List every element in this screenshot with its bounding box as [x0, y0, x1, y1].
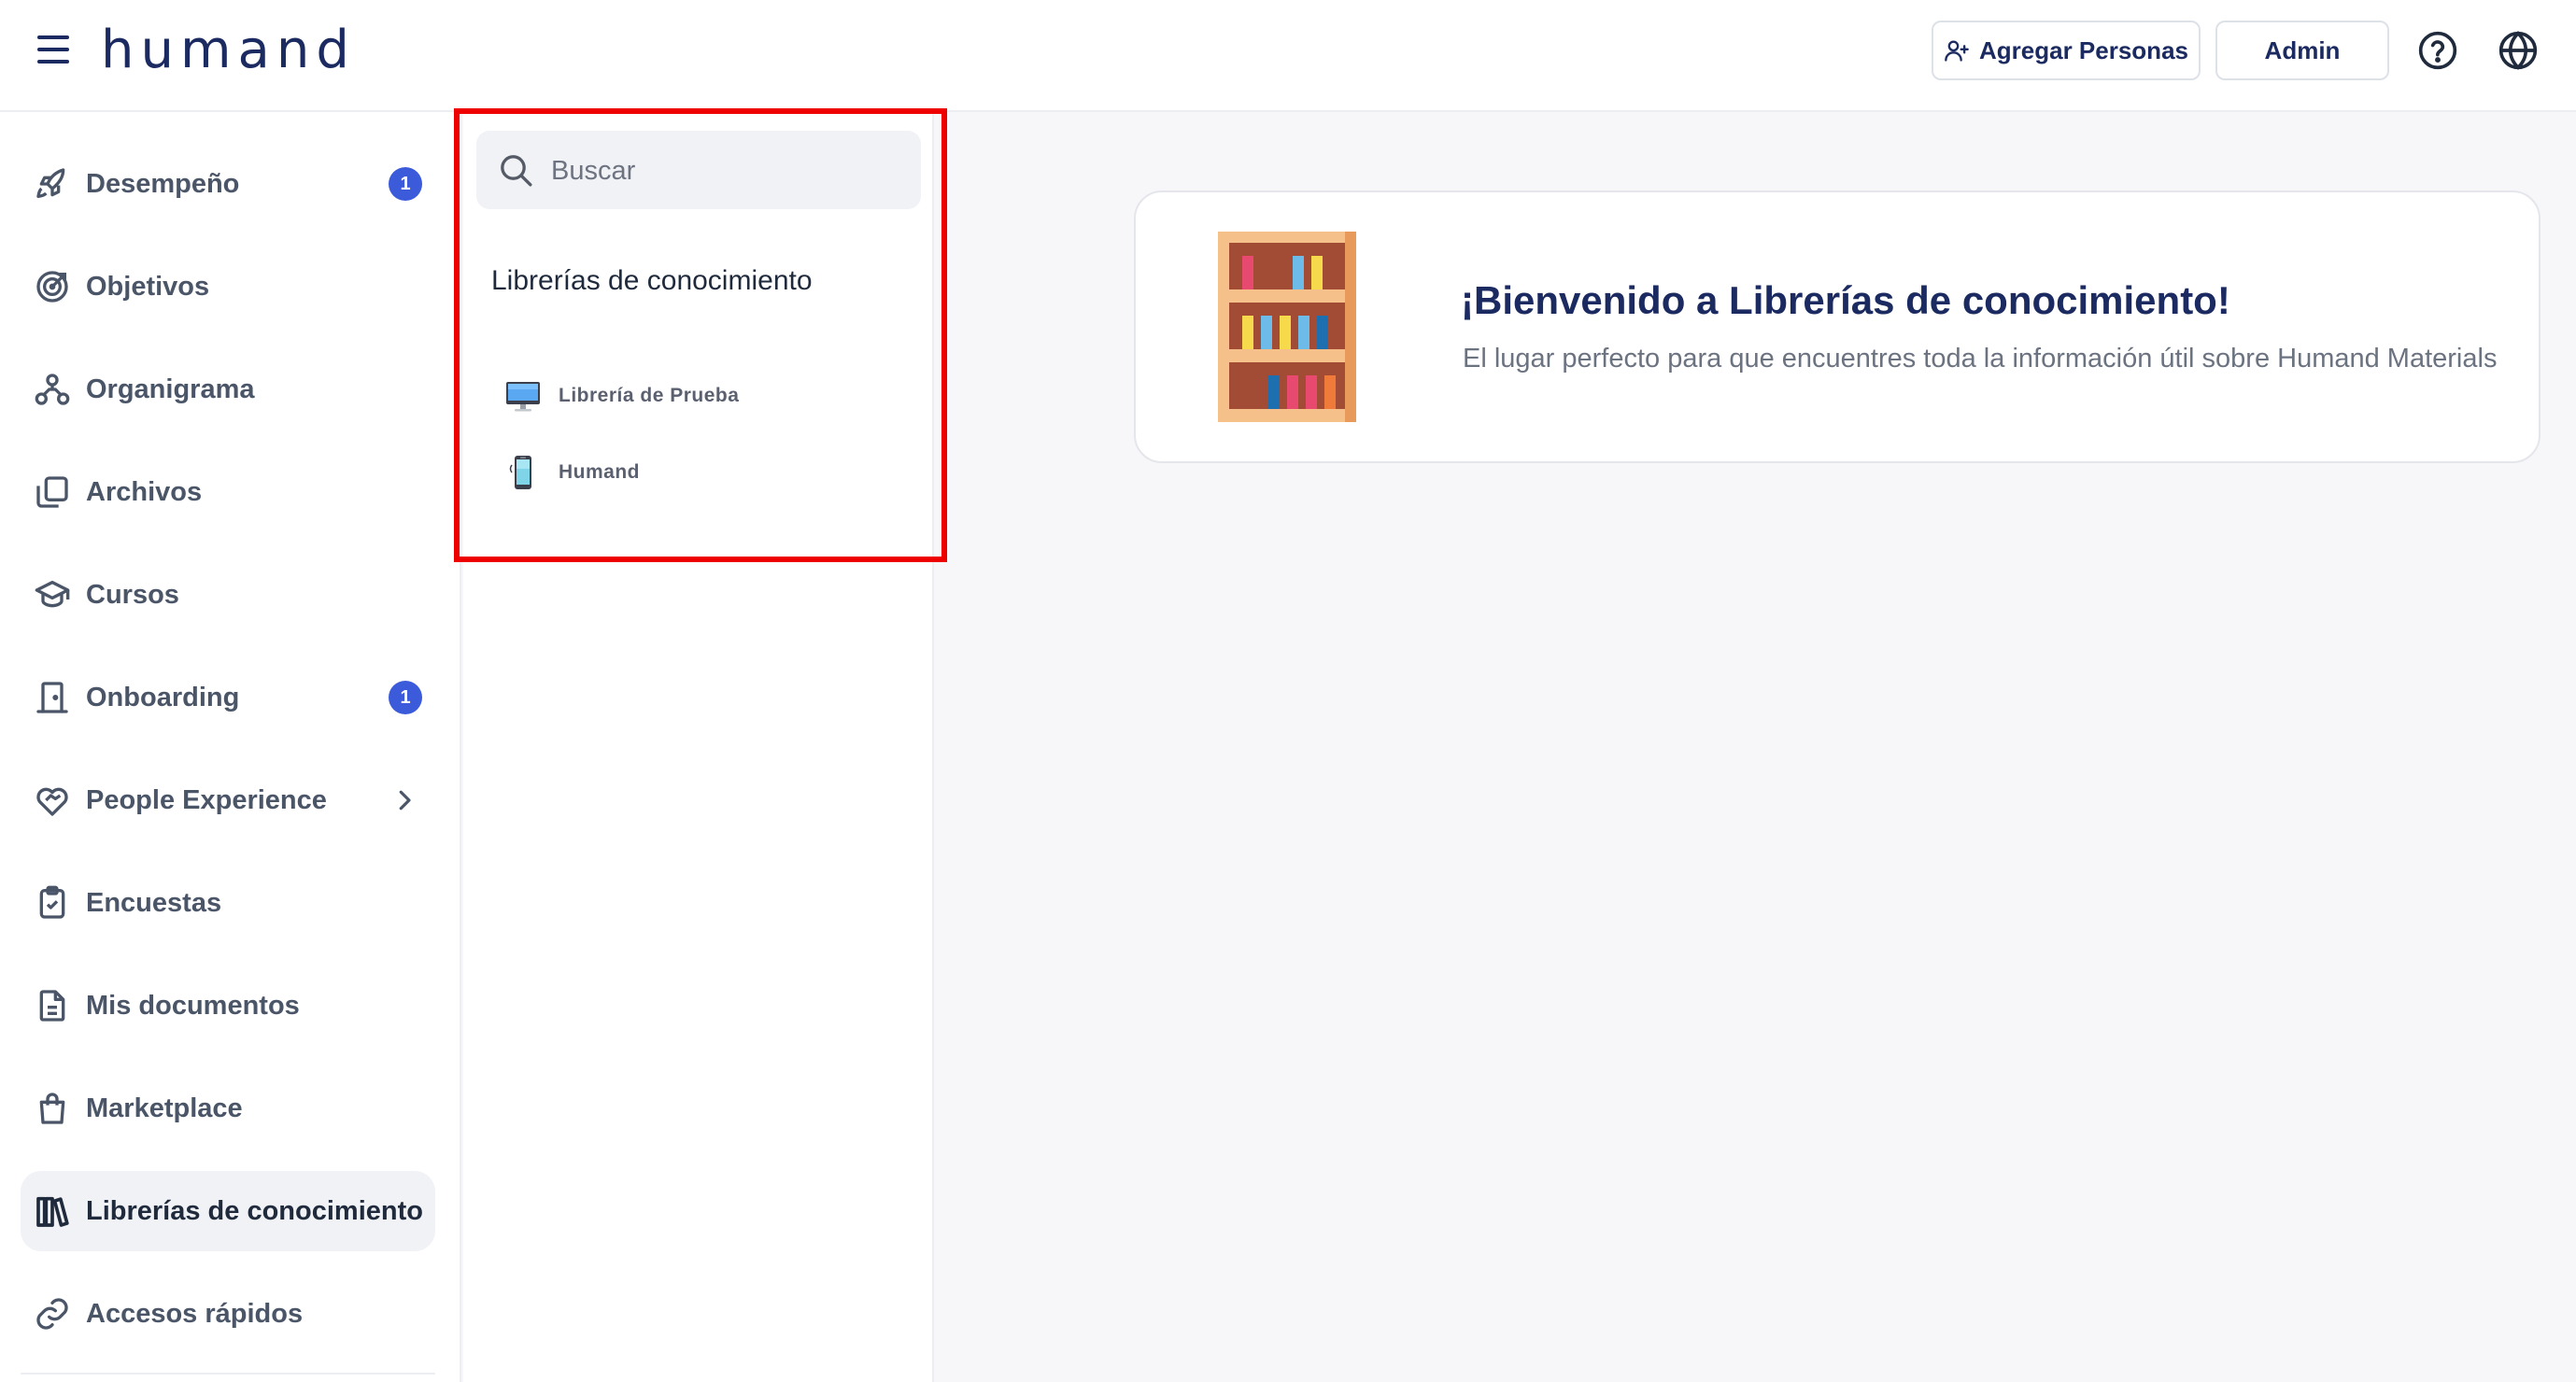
sidebar-item-desempeno[interactable]: Desempeño 1 [21, 144, 435, 224]
door-icon [36, 682, 68, 713]
sidebar-item-label: Objetivos [86, 271, 210, 302]
library-item-humand[interactable]: Humand [504, 450, 915, 495]
document-icon [39, 990, 65, 1022]
sidebar-item-accesos-rapidos[interactable]: Accesos rápidos [21, 1274, 435, 1354]
welcome-subtitle: El lugar perfecto para que encuentres to… [1463, 344, 2498, 374]
library-item-label: Librería de Prueba [559, 385, 740, 406]
admin-label: Admin [2264, 35, 2341, 64]
help-circle-icon[interactable] [2417, 30, 2458, 71]
library-panel: Librerías de conocimiento Librería de Pr… [463, 112, 934, 1382]
welcome-card: ¡Bienvenido a Librerías de conocimiento!… [1134, 190, 2541, 463]
sidebar-item-label: Accesos rápidos [86, 1298, 304, 1329]
sidebar-item-librerias[interactable]: Librerías de conocimiento [21, 1171, 435, 1251]
target-icon [36, 271, 68, 303]
add-people-label: Agregar Personas [1979, 35, 2188, 64]
sidebar-divider [21, 1373, 435, 1375]
sidebar-item-label: Encuestas [86, 887, 222, 918]
files-icon [36, 476, 68, 508]
library-list-title: Librerías de conocimiento [491, 265, 813, 296]
shopping-bag-icon [39, 1093, 65, 1124]
sidebar-item-marketplace[interactable]: Marketplace [21, 1068, 435, 1149]
sidebar-item-archivos[interactable]: Archivos [21, 452, 435, 532]
chevron-right-icon[interactable] [390, 786, 418, 814]
search-input[interactable] [549, 146, 908, 196]
rocket-icon [36, 168, 65, 198]
menu-icon[interactable] [37, 35, 69, 63]
sidebar-item-mis-documentos[interactable]: Mis documentos [21, 966, 435, 1046]
sidebar-item-label: Onboarding [86, 682, 240, 712]
notification-badge: 1 [389, 167, 422, 201]
sidebar-item-encuestas[interactable]: Encuestas [21, 863, 435, 943]
bookshelf-icon [1218, 232, 1356, 422]
sidebar-item-label: Desempeño [86, 168, 240, 199]
library-item-label: Humand [559, 461, 640, 483]
search-box[interactable] [476, 131, 921, 209]
globe-icon[interactable] [2498, 30, 2539, 71]
library-books-icon [36, 1196, 69, 1227]
sidebar: Desempeño 1 Objetivos Organigrama Archiv… [0, 112, 461, 1382]
sidebar-item-label: Archivos [86, 476, 203, 507]
sidebar-item-label: Mis documentos [86, 990, 300, 1021]
sidebar-item-onboarding[interactable]: Onboarding 1 [21, 657, 435, 738]
add-user-icon [1945, 40, 1969, 62]
sidebar-item-label: Marketplace [86, 1093, 243, 1123]
sidebar-item-people-experience[interactable]: People Experience [21, 760, 435, 840]
top-bar: humand Agregar Personas Admin [0, 0, 2576, 112]
library-item-libreria-de-prueba[interactable]: Librería de Prueba [504, 374, 915, 418]
sidebar-item-label: People Experience [86, 784, 327, 815]
sidebar-item-label: Librerías de conocimiento [86, 1195, 423, 1226]
desktop-computer-icon [506, 382, 540, 412]
sidebar-item-label: Cursos [86, 579, 179, 610]
link-icon [36, 1298, 68, 1330]
org-chart-icon [35, 374, 70, 405]
clipboard-check-icon [39, 885, 65, 919]
sidebar-item-label: Organigrama [86, 374, 255, 404]
welcome-title: ¡Bienvenido a Librerías de conocimiento! [1461, 278, 2230, 322]
heart-handshake-icon [36, 787, 68, 816]
humand-logo[interactable]: humand [101, 21, 356, 80]
sidebar-item-cursos[interactable]: Cursos [21, 555, 435, 635]
notification-badge: 1 [389, 681, 422, 714]
mobile-phone-icon [509, 456, 531, 489]
search-icon [501, 155, 532, 187]
graduation-cap-icon [35, 581, 70, 608]
sidebar-item-organigrama[interactable]: Organigrama [21, 349, 435, 430]
admin-button[interactable]: Admin [2215, 21, 2389, 80]
sidebar-item-objetivos[interactable]: Objetivos [21, 247, 435, 327]
add-people-button[interactable]: Agregar Personas [1932, 21, 2201, 80]
